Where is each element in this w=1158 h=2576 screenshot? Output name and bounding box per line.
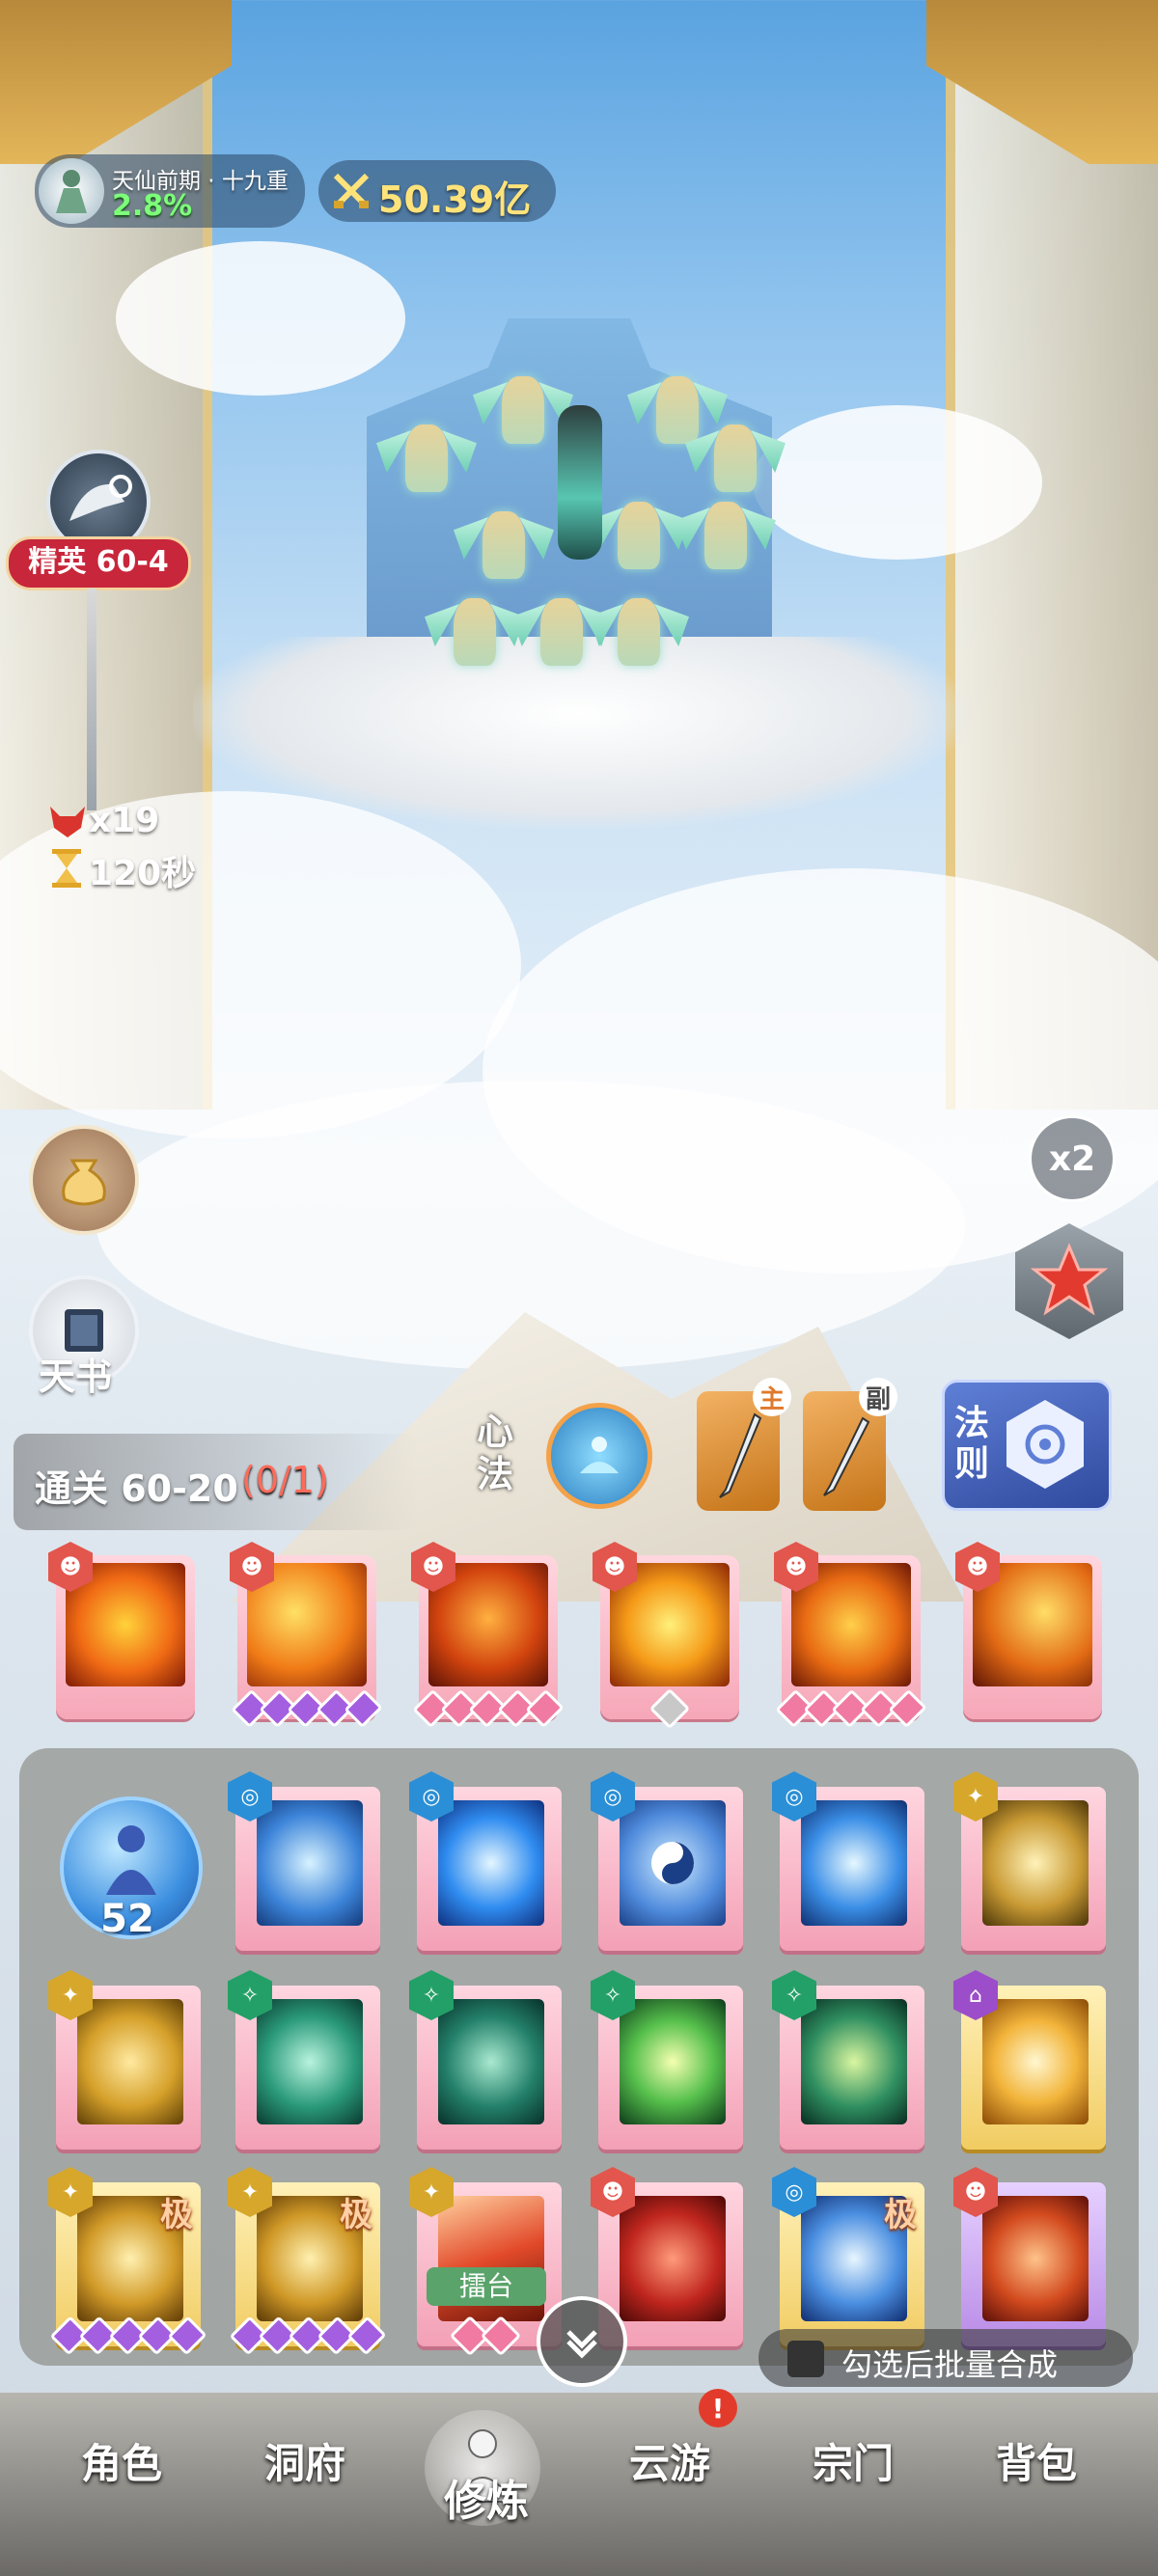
level-value: 52 — [100, 1897, 154, 1941]
skill-card-fire-hammer[interactable]: ☻ — [953, 2167, 1106, 2346]
enemy-count: x19 — [89, 801, 160, 840]
skill-slot-fire-palm[interactable]: ☻ — [411, 1542, 565, 1729]
nav-item-cultivate[interactable]: 修炼 — [409, 2466, 564, 2528]
star-gems — [775, 1688, 927, 1729]
skill-card-radiant-burst[interactable]: ⌂ — [953, 1970, 1106, 2150]
radiant-burst-icon — [982, 1999, 1089, 2124]
realm-progress: 2.8% — [112, 189, 193, 223]
skill-card-golden-swords[interactable]: ✦ 极 — [228, 2167, 387, 2356]
lightning-icon — [438, 1800, 544, 1926]
time-left: 120秒 — [89, 854, 197, 893]
tianshu-label: 天书 — [39, 1356, 113, 1398]
nav-item-travel[interactable]: 云游 — [593, 2431, 747, 2490]
skill-card-jade-beast[interactable]: ✧ — [409, 1970, 562, 2150]
green-flame-icon — [620, 1999, 726, 2124]
skill-slot-fire-phoenix[interactable]: ☻ — [230, 1542, 383, 1729]
batch-merge-checkbox[interactable] — [787, 2341, 824, 2377]
sky-cloud — [753, 405, 1042, 560]
skill-card-ice-swords[interactable]: ◎ — [772, 1771, 924, 1951]
star-gems — [412, 1688, 565, 1729]
power-value: 50.39亿 — [378, 178, 532, 221]
xinfa-label: 心法 — [477, 1411, 514, 1495]
ice-swords-icon — [801, 1800, 907, 1926]
stage-progress-track — [87, 589, 96, 810]
taiji-formation-icon — [620, 1800, 726, 1926]
enemy-winged-soldier — [405, 425, 448, 492]
travel-notification-badge: ! — [699, 2389, 737, 2427]
star-gems — [49, 2316, 207, 2356]
main-weapon-slot[interactable]: 主 — [697, 1378, 791, 1511]
water-orb-icon — [257, 1800, 363, 1926]
nav-item-character[interactable]: 角色 — [44, 2431, 199, 2490]
enemy-winged-soldier — [714, 425, 757, 492]
nav-item-cave[interactable]: 洞府 — [228, 2431, 382, 2490]
player-hero — [558, 405, 602, 560]
enemy-winged-soldier — [454, 598, 496, 666]
skill-slot-fire-pagoda[interactable]: ☻ — [593, 1542, 739, 1730]
golden-blade-icon — [982, 1800, 1089, 1926]
sub-weapon-tag: 副 — [859, 1378, 897, 1416]
golden-dragon-icon — [77, 1999, 183, 2124]
skill-card-golden-blade[interactable]: ✦ — [953, 1771, 1106, 1951]
xinfa-meditation-button[interactable] — [546, 1403, 652, 1509]
enemy-winged-soldier — [540, 598, 583, 666]
skill-card-golden-spears[interactable]: ✦ 极 — [48, 2167, 207, 2356]
chevron-down-icon — [566, 2330, 597, 2359]
skill-card-green-flame[interactable]: ✧ — [591, 1970, 743, 2150]
skill-slot-fire-buddha[interactable]: ☻ — [774, 1542, 927, 1729]
skill-card-lightning[interactable]: ◎ — [409, 1771, 562, 1951]
enemy-winged-soldier — [618, 502, 660, 569]
fa-ze-label: 法则 — [954, 1404, 990, 1484]
speed-x2-button[interactable]: x2 — [1029, 1115, 1116, 1202]
mission-progress: (0/1) — [241, 1459, 329, 1501]
golden-talismans-icon — [801, 1999, 907, 2124]
fa-ze-button[interactable]: 法则 — [942, 1380, 1112, 1511]
main-weapon-tag: 主 — [753, 1378, 791, 1416]
skill-card-golden-talismans[interactable]: ✧ — [772, 1970, 924, 2150]
enemy-winged-soldier — [482, 511, 525, 579]
crimson-slash-icon — [620, 2196, 726, 2321]
skill-card-jade-trident[interactable]: ✧ — [228, 1970, 380, 2150]
crossed-swords-icon — [332, 172, 371, 214]
power-panel: 50.39亿 — [318, 160, 556, 222]
enemy-winged-soldier — [656, 376, 699, 444]
jade-beast-icon — [438, 1999, 544, 2124]
demon-head-icon — [48, 805, 87, 843]
cultivator-avatar-icon — [39, 158, 104, 224]
nav-item-bag[interactable]: 背包 — [959, 2431, 1114, 2490]
fire-hammer-icon — [982, 2196, 1089, 2321]
treasure-bag-button[interactable] — [29, 1125, 139, 1235]
hourglass-icon — [50, 849, 83, 891]
jade-trident-icon — [257, 1999, 363, 2124]
enemy-winged-soldier — [704, 502, 747, 569]
sub-weapon-slot[interactable]: 副 — [803, 1378, 897, 1511]
extreme-tag: 极 — [160, 2196, 193, 2234]
mission-bar[interactable]: 通关 60-20 (0/1) — [14, 1434, 419, 1530]
star-gems — [600, 1687, 739, 1730]
skill-card-taiji-formation[interactable]: ◎ — [591, 1771, 743, 1951]
extreme-tag: 极 — [884, 2196, 917, 2234]
collapse-panel-button[interactable] — [537, 2296, 627, 2387]
extreme-tag: 极 — [340, 2196, 372, 2234]
skill-card-water-orb[interactable]: ◎ — [228, 1771, 380, 1951]
star-gems — [231, 1688, 383, 1729]
arena-label: 擂台 — [427, 2267, 546, 2306]
enemy-winged-soldier — [502, 376, 544, 444]
realm-panel[interactable]: 天仙前期 · 十九重 2.8% — [35, 154, 305, 228]
stage-name[interactable]: 精英 60-4 — [6, 536, 191, 590]
skill-slot-fire-swirl[interactable]: ☻ — [955, 1542, 1102, 1719]
skill-slot-fire-lotus[interactable]: ☻ — [48, 1542, 195, 1719]
enemy-winged-soldier — [618, 598, 660, 666]
snowflake-rune-icon — [1006, 1400, 1084, 1489]
skill-card-ice-claw[interactable]: ◎ 极 — [772, 2167, 924, 2346]
sky-cloud — [116, 241, 405, 396]
batch-merge-toggle[interactable]: 勾选后批量合成 — [758, 2329, 1133, 2387]
batch-merge-label: 勾选后批量合成 — [841, 2346, 1059, 2383]
skill-card-golden-dragon[interactable]: ✦ — [48, 1970, 201, 2150]
nav-item-sect[interactable]: 宗门 — [776, 2431, 930, 2490]
star-gems — [229, 2316, 387, 2356]
mission-text: 通关 60-20 — [35, 1467, 238, 1510]
